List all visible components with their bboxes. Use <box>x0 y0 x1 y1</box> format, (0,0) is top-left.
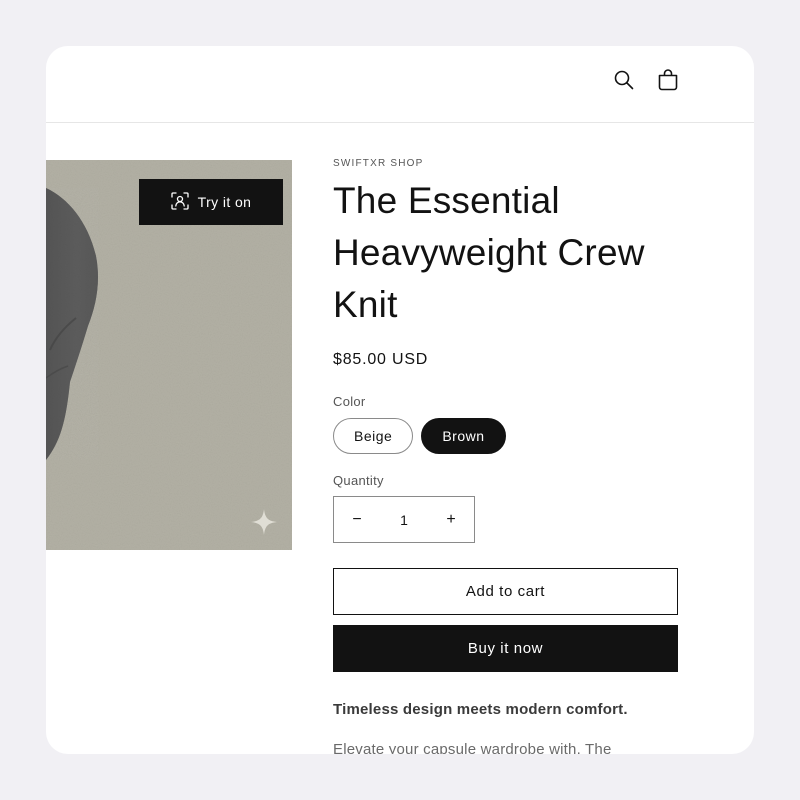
try-it-on-label: Try it on <box>197 194 252 210</box>
quantity-stepper: − + <box>333 496 475 543</box>
color-option-beige[interactable]: Beige <box>333 418 414 454</box>
sparkle-icon <box>250 508 278 541</box>
search-icon[interactable] <box>610 66 638 94</box>
person-scan-icon <box>171 191 189 213</box>
increase-quantity-button[interactable]: + <box>428 497 474 542</box>
color-label: Color <box>333 394 366 409</box>
product-title: The Essential Heavyweight Crew Knit <box>333 180 645 325</box>
try-it-on-button[interactable]: Try it on <box>139 179 283 225</box>
product-info: SWIFTXR SHOP The Essential Heavyweight C… <box>333 158 693 754</box>
site-header <box>46 46 754 123</box>
description-heading: Timeless design meets modern comfort. <box>333 701 628 718</box>
cart-icon[interactable] <box>654 66 682 94</box>
quantity-label: Quantity <box>333 473 384 488</box>
product-image[interactable]: Try it on <box>46 160 292 550</box>
quantity-input[interactable] <box>381 497 427 542</box>
color-option-brown[interactable]: Brown <box>421 418 506 454</box>
decrease-quantity-button[interactable]: − <box>334 497 380 542</box>
description-body: Elevate your capsule wardrobe with. The <box>333 741 612 754</box>
color-options: Beige Brown <box>333 418 693 454</box>
product-price: $85.00 USD <box>333 351 429 368</box>
vendor-name: SWIFTXR SHOP <box>333 158 424 169</box>
buy-it-now-button[interactable]: Buy it now <box>333 625 678 672</box>
product-page-card: Try it on SWIFTXR SHOP The Essential Hea… <box>46 46 754 754</box>
add-to-cart-button[interactable]: Add to cart <box>333 568 678 615</box>
